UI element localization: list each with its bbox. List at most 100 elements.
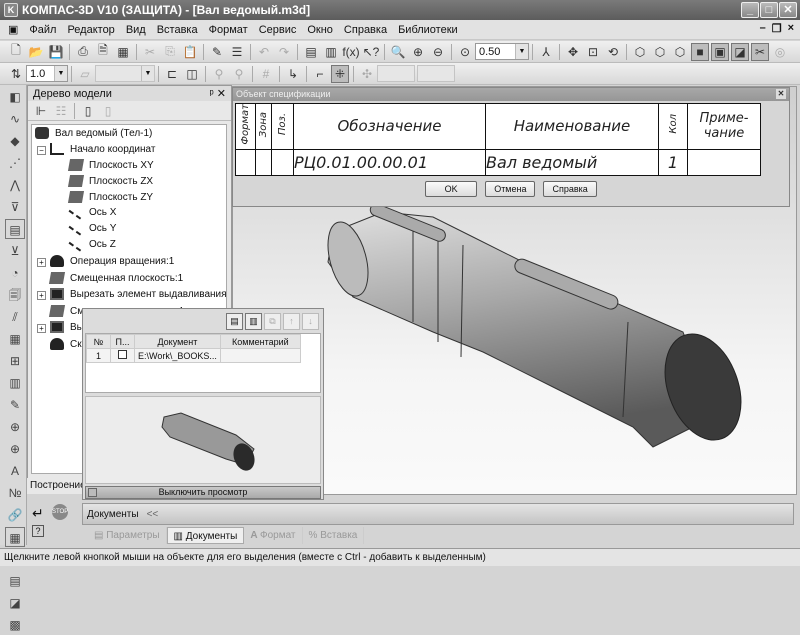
bindings-icon[interactable]: ⁜	[331, 64, 349, 83]
format-painter-icon[interactable]: ✎	[208, 43, 226, 61]
copy-icon[interactable]: ⎘	[161, 43, 179, 61]
ortho-icon[interactable]: ↳	[284, 65, 302, 83]
tree-doc-icon[interactable]: ▯	[79, 102, 97, 120]
hidden-thin-icon[interactable]: ⬡	[671, 43, 689, 61]
rotate-icon[interactable]: ⟲	[604, 43, 622, 61]
library-icon[interactable]: ▩	[5, 615, 25, 635]
cut-icon[interactable]: ✂	[141, 43, 159, 61]
coord-x-field[interactable]	[377, 65, 415, 82]
auxiliary-geometry-icon[interactable]: ⋀	[5, 175, 25, 195]
render-icon[interactable]: ◎	[771, 43, 789, 61]
cell-zone[interactable]	[255, 148, 272, 176]
zoom-scale-icon[interactable]: ⊙	[456, 43, 474, 61]
spec-object-icon[interactable]: ▥	[5, 373, 25, 393]
cell-note[interactable]	[687, 148, 761, 176]
snap2-icon[interactable]: ⚲	[230, 65, 248, 83]
add-abc-icon[interactable]: A	[5, 461, 25, 481]
minimize-button[interactable]: _	[741, 2, 759, 18]
arrow-up-icon[interactable]: ↑	[283, 313, 300, 330]
col-document[interactable]: Документ	[134, 334, 221, 349]
cursor-step-icon[interactable]: ⇅	[7, 65, 25, 83]
tree-node[interactable]: Вы	[50, 321, 84, 333]
add-base-icon[interactable]: ⊕	[5, 439, 25, 459]
tree-node[interactable]: Вырезать элемент выдавливания:2	[50, 288, 226, 300]
layer-icon[interactable]: ▱	[76, 65, 94, 83]
doc-restore-button[interactable]: ❐	[772, 22, 782, 35]
zoom-icon[interactable]: 🔍	[389, 43, 407, 61]
variables-icon[interactable]: ▤	[302, 43, 320, 61]
add-num-icon[interactable]: №	[5, 483, 25, 503]
hidden-lines-icon[interactable]: ⬡	[651, 43, 669, 61]
menu-edit[interactable]: Редактор	[67, 24, 114, 36]
spec-table-icon[interactable]: ▦	[5, 527, 25, 547]
open-icon[interactable]: 📂	[27, 43, 45, 61]
copy-document-icon[interactable]: ⧉	[264, 313, 281, 330]
tree-node[interactable]: Ось Y	[68, 222, 116, 235]
help-icon[interactable]: ?	[32, 525, 44, 537]
report-icon[interactable]: 🗐	[5, 285, 25, 305]
manager-icon[interactable]: ☰	[228, 43, 246, 61]
filters-icon[interactable]: ⊽	[5, 197, 25, 217]
tab-insert[interactable]: % Вставка	[303, 527, 365, 544]
grid-icon[interactable]: #	[257, 65, 275, 83]
snap-icon[interactable]: ⚲	[210, 65, 228, 83]
specification-icon[interactable]: ▤	[5, 219, 25, 239]
assembly-icon[interactable]: ⊞	[5, 351, 25, 371]
section-icon[interactable]: ✂	[751, 42, 769, 61]
sheet-metal-icon[interactable]: ◔	[5, 263, 25, 283]
shaded-edges-icon[interactable]: ▣	[711, 42, 729, 61]
cell-format[interactable]	[235, 148, 256, 176]
doc-comment[interactable]	[219, 348, 301, 363]
redo-icon[interactable]: ↷	[275, 43, 293, 61]
menu-help[interactable]: Справка	[344, 24, 387, 36]
arrays-icon[interactable]: ⋰	[5, 153, 25, 173]
pin-icon[interactable]: ᵖ	[210, 88, 214, 100]
link-doc-icon[interactable]: 🔗	[5, 505, 25, 525]
measurements-icon[interactable]: ⊻	[5, 241, 25, 261]
doc-close-button[interactable]: ×	[788, 22, 794, 35]
edit-object-icon[interactable]: ✎	[5, 395, 25, 415]
tree-node[interactable]: Начало координат	[50, 143, 155, 155]
spatial-curves-icon[interactable]: ∿	[5, 109, 25, 129]
close-icon[interactable]: ✕	[217, 88, 226, 100]
create-object-icon[interactable]: ↵	[32, 505, 44, 522]
chevron-down-icon[interactable]: ▼	[54, 66, 67, 81]
remove-document-icon[interactable]: ▥	[245, 313, 262, 330]
chevron-down-icon[interactable]: ▼	[141, 66, 154, 81]
tree-doc2-icon[interactable]: ▯	[99, 102, 117, 120]
orientation-icon[interactable]: ⅄	[537, 43, 555, 61]
doc-menu-icon[interactable]: ▣	[8, 23, 18, 36]
menu-insert[interactable]: Вставка	[157, 24, 198, 36]
zoom-out-icon[interactable]: ⊖	[429, 43, 447, 61]
ok-button[interactable]: OK	[425, 181, 478, 197]
tree-node[interactable]: Ось Z	[68, 238, 116, 251]
zoom-scale-combo[interactable]: 0.50 ▼	[475, 43, 529, 60]
collapse-button[interactable]: <<	[147, 509, 159, 520]
tree-view-icon[interactable]: ☷	[52, 102, 70, 120]
col-flag[interactable]: П...	[110, 334, 135, 349]
orient-plane-icon[interactable]: ◫	[183, 65, 201, 83]
tree-node[interactable]: Плоскость ZX	[67, 175, 153, 187]
tree-node[interactable]: Ск	[50, 338, 82, 350]
preview-checkbox[interactable]	[88, 488, 97, 497]
spec-edit2-icon[interactable]: ◪	[5, 593, 25, 613]
cell-pos[interactable]	[271, 148, 294, 176]
wireframe-icon[interactable]: ⬡	[631, 43, 649, 61]
menu-file[interactable]: Файл	[29, 24, 56, 36]
shaded-icon[interactable]: ■	[691, 42, 709, 61]
menu-window[interactable]: Окно	[307, 24, 333, 36]
doc-checkbox[interactable]	[118, 350, 127, 359]
tab-documents[interactable]: ▥ Документы	[166, 527, 245, 544]
tree-node[interactable]: Ось X	[68, 206, 116, 219]
tree-node[interactable]: Плоскость ZY	[67, 191, 153, 203]
arrow-down-icon[interactable]: ↓	[302, 313, 319, 330]
zoom-in-icon[interactable]: ⊕	[409, 43, 427, 61]
print-preview-icon[interactable]: 🗎	[94, 43, 112, 61]
pan-icon[interactable]: ✥	[564, 43, 582, 61]
menu-libraries[interactable]: Библиотеки	[398, 24, 458, 36]
tree-structure-icon[interactable]: ⊩	[32, 102, 50, 120]
round-icon[interactable]: ⌐	[311, 65, 329, 83]
stop-icon[interactable]: STOP	[52, 504, 68, 520]
local-cs-icon[interactable]: ⊏	[163, 65, 181, 83]
disable-preview-button[interactable]: Выключить просмотр	[85, 486, 321, 499]
